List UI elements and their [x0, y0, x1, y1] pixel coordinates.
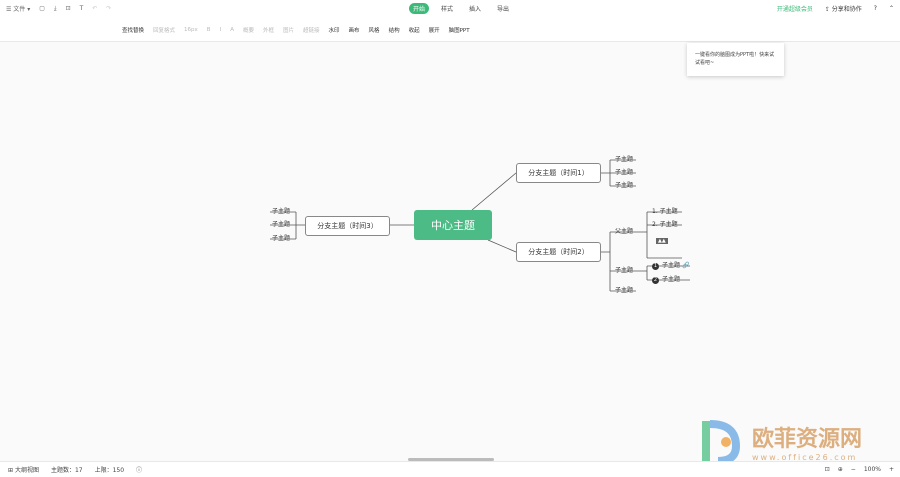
- numbered-subtopic-1[interactable]: 1. 子主题: [652, 206, 678, 215]
- fit-icon[interactable]: ⊡: [825, 466, 830, 473]
- zoom-level: 100%: [863, 466, 881, 473]
- info-icon[interactable]: ⓘ: [136, 465, 142, 474]
- priority-subtopic-1[interactable]: 1 子主题 🔗: [652, 260, 689, 270]
- priority-1-icon: 1: [652, 263, 659, 270]
- subtopic[interactable]: 子主题: [615, 265, 633, 274]
- branch-topic-1[interactable]: 分支主题（时间1）: [516, 163, 601, 183]
- subtopic[interactable]: 子主题: [615, 180, 633, 189]
- watermark: 欧菲资源网 www.office26.com: [696, 416, 862, 466]
- zoom-controls: ⊡ ⊕ − 100% +: [825, 466, 894, 473]
- priority-subtopic-2[interactable]: 2 子主题: [652, 274, 680, 284]
- branch-topic-3[interactable]: 分支主题（时间3）: [305, 216, 390, 236]
- link-icon[interactable]: 🔗: [682, 262, 689, 269]
- zoom-out-button[interactable]: −: [851, 466, 856, 473]
- topic-count: 主题数：17: [50, 467, 83, 474]
- priority-2-icon: 2: [652, 277, 659, 284]
- subtopic[interactable]: 子主题: [615, 167, 633, 176]
- subtopic[interactable]: 子主题: [615, 285, 633, 294]
- outline-view-button[interactable]: ⊞ 大纲视图: [8, 465, 39, 474]
- subtopic[interactable]: 子主题: [272, 206, 290, 215]
- image-placeholder-icon: ▲▲: [656, 238, 668, 244]
- branch-topic-2[interactable]: 分支主题（时间2）: [516, 242, 601, 262]
- locate-icon[interactable]: ⊕: [838, 466, 843, 473]
- numbered-subtopic-2[interactable]: 2. 子主题: [652, 219, 678, 228]
- subtopic[interactable]: 子主题: [272, 233, 290, 242]
- watermark-logo-icon: [702, 420, 741, 465]
- topic-limit: 上限：150: [94, 467, 125, 474]
- subtopic[interactable]: 子主题: [615, 154, 633, 163]
- central-topic[interactable]: 中心主题: [414, 210, 492, 240]
- status-bar: ⊞ 大纲视图 主题数：17 上限：150 ⓘ: [0, 461, 900, 477]
- subtopic[interactable]: 子主题: [272, 219, 290, 228]
- zoom-in-button[interactable]: +: [889, 466, 894, 473]
- parent-topic[interactable]: 父主题: [615, 226, 633, 235]
